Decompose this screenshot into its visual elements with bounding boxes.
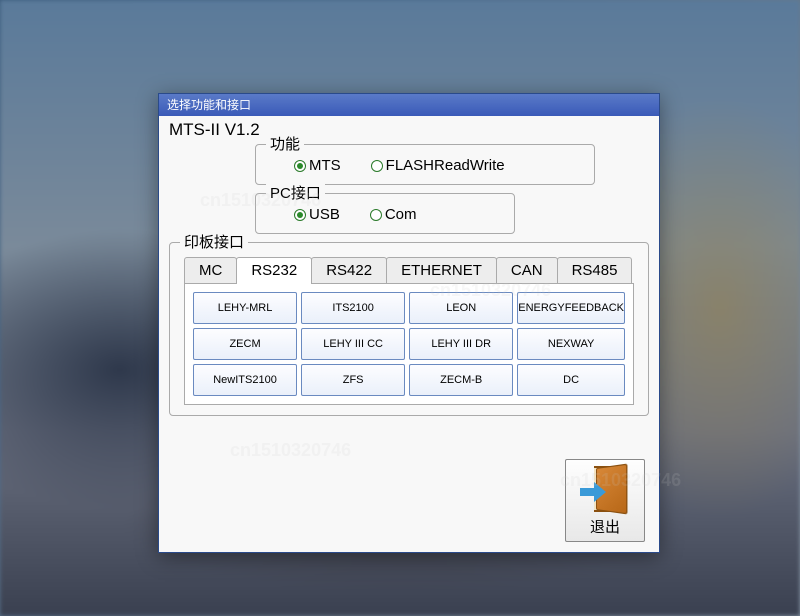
radio-label: FLASHReadWrite	[386, 157, 505, 174]
device-grid: LEHY-MRL ITS2100 LEON ENERGYFEEDBACK ZEC…	[193, 292, 625, 396]
board-interface-group: 印板接口 MC RS232 RS422 ETHERNET CAN RS485 L…	[169, 242, 649, 416]
device-button[interactable]: NEXWAY	[517, 328, 625, 360]
tab-strip: MC RS232 RS422 ETHERNET CAN RS485	[184, 257, 634, 283]
tab-mc[interactable]: MC	[184, 257, 237, 283]
radio-label: Com	[385, 206, 417, 223]
device-button[interactable]: ZECM	[193, 328, 297, 360]
tab-rs485[interactable]: RS485	[557, 257, 633, 283]
radio-com[interactable]: Com	[370, 206, 417, 223]
radio-icon	[370, 209, 382, 221]
radio-icon	[371, 160, 383, 172]
board-legend: 印板接口	[180, 231, 248, 252]
pc-interface-group: PC接口 USB Com	[255, 193, 515, 234]
radio-label: MTS	[309, 157, 341, 174]
window-title: 选择功能和接口	[167, 98, 251, 112]
device-button[interactable]: LEON	[409, 292, 513, 324]
device-button[interactable]: DC	[517, 364, 625, 396]
device-button[interactable]: ZFS	[301, 364, 405, 396]
radio-flashreadwrite[interactable]: FLASHReadWrite	[371, 157, 505, 174]
exit-button[interactable]: 退出	[565, 459, 645, 542]
device-button[interactable]: NewITS2100	[193, 364, 297, 396]
tab-rs232[interactable]: RS232	[236, 257, 312, 284]
device-button[interactable]: LEHY-MRL	[193, 292, 297, 324]
pc-radio-row: USB Com	[270, 202, 500, 223]
radio-usb[interactable]: USB	[294, 206, 340, 223]
radio-label: USB	[309, 206, 340, 223]
window-content: MTS-II V1.2 功能 MTS FLASHReadWrite PC接口 U…	[159, 116, 659, 552]
radio-icon	[294, 160, 306, 172]
device-button[interactable]: ZECM-B	[409, 364, 513, 396]
tab-rs422[interactable]: RS422	[311, 257, 387, 283]
pc-legend: PC接口	[266, 182, 325, 203]
tab-panel: LEHY-MRL ITS2100 LEON ENERGYFEEDBACK ZEC…	[184, 283, 634, 405]
tab-can[interactable]: CAN	[496, 257, 558, 283]
device-button[interactable]: LEHY III CC	[301, 328, 405, 360]
device-button[interactable]: ITS2100	[301, 292, 405, 324]
dialog-window: 选择功能和接口 MTS-II V1.2 功能 MTS FLASHReadWrit…	[158, 93, 660, 553]
function-radio-row: MTS FLASHReadWrite	[270, 153, 580, 174]
device-button[interactable]: LEHY III DR	[409, 328, 513, 360]
app-title: MTS-II V1.2	[169, 120, 649, 140]
tab-ethernet[interactable]: ETHERNET	[386, 257, 497, 283]
function-group: 功能 MTS FLASHReadWrite	[255, 144, 595, 185]
radio-icon	[294, 209, 306, 221]
exit-door-icon	[578, 466, 632, 514]
function-legend: 功能	[266, 133, 304, 154]
exit-label: 退出	[570, 516, 640, 537]
radio-mts[interactable]: MTS	[294, 157, 341, 174]
window-titlebar[interactable]: 选择功能和接口	[159, 94, 659, 116]
device-button[interactable]: ENERGYFEEDBACK	[517, 292, 625, 324]
